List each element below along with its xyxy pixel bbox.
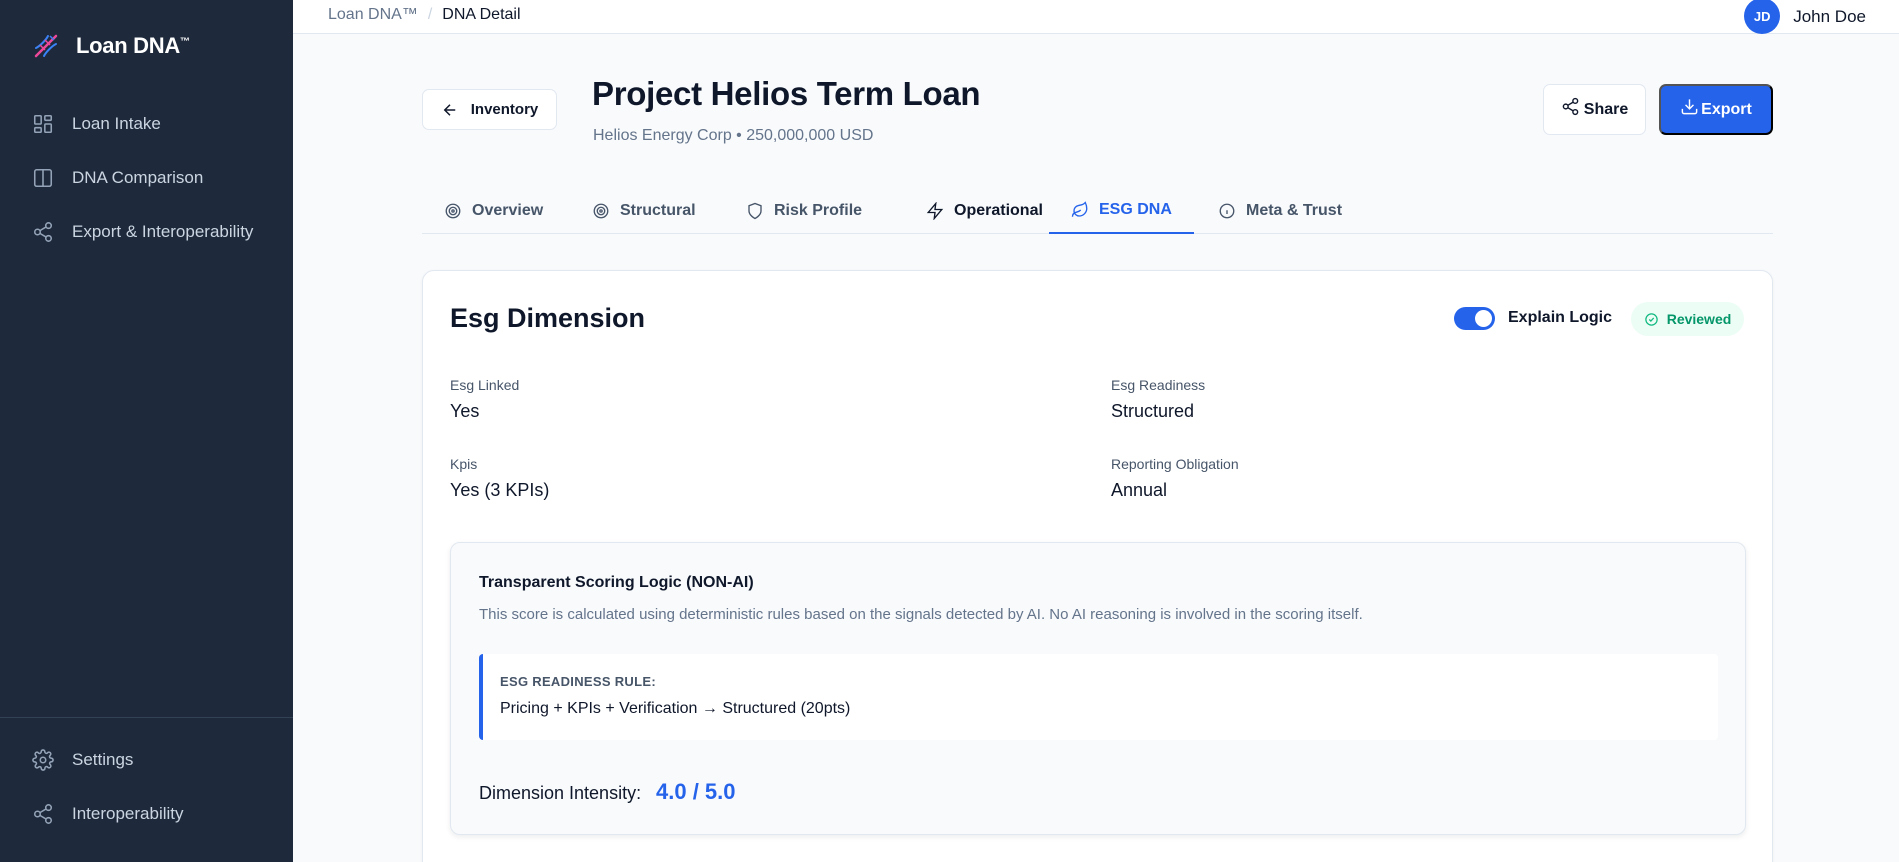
target-icon [593,203,609,219]
field-esg-readiness: Esg Readiness Structured [1111,377,1205,422]
check-circle-icon [1644,312,1658,326]
tab-esg-dna[interactable]: ESG DNA [1049,188,1194,234]
field-value: Yes [450,401,480,421]
topbar: Loan DNA™ / DNA Detail JD John Doe [293,0,1899,34]
target-icon [445,203,461,219]
sidebar-item-label: Settings [72,750,134,769]
avatar[interactable]: JD [1744,0,1781,34]
breadcrumb-separator: / [427,6,433,23]
scoring-logic-title: Transparent Scoring Logic (NON-AI) [479,574,754,591]
sidebar-item-loan-intake[interactable]: Loan Intake [0,97,293,151]
dimension-intensity-label: Dimension Intensity: [479,783,642,803]
back-button-label: Inventory [470,101,539,118]
esg-dimension-card: Esg Dimension Explain Logic Reviewed Esg… [422,270,1773,862]
share-button-label: Share [1583,100,1629,118]
user-name: John Doe [1793,7,1866,26]
tab-label: ESG DNA [1099,201,1172,218]
leaf-icon [1071,201,1088,217]
explain-logic-label: Explain Logic [1508,309,1613,326]
tab-label: Meta & Trust [1246,202,1343,219]
field-reporting-obligation: Reporting Obligation Annual [1111,456,1239,501]
field-label: Esg Readiness [1111,377,1206,393]
export-button[interactable]: Export [1659,84,1773,135]
lightning-icon [926,202,944,220]
sidebar-item-interoperability[interactable]: Interoperability [0,787,293,841]
sidebar-item-export-interoperability[interactable]: Export & Interoperability [0,205,293,259]
tab-label: Structural [620,202,696,219]
user-menu[interactable]: JD John Doe [1744,0,1866,34]
back-to-inventory-button[interactable]: Inventory [422,89,557,130]
sidebar-item-label: Interoperability [72,804,184,823]
share-button[interactable]: Share [1543,84,1646,135]
dimension-intensity-value: 4.0 / 5.0 [656,779,736,804]
tab-structural[interactable]: Structural [570,188,718,234]
card-title: Esg Dimension [450,303,646,333]
field-kpis: Kpis Yes (3 KPIs) [450,456,549,501]
field-value: Annual [1111,480,1168,500]
status-badge: Reviewed [1631,302,1744,336]
page-title: Project Helios Term Loan [592,75,981,112]
sidebar-nav: Loan Intake DNA Comparison Export & Inte… [0,97,293,259]
share-nodes-icon [1562,97,1579,116]
breadcrumb: Loan DNA™ / DNA Detail [328,6,521,24]
sidebar-item-dna-comparison[interactable]: DNA Comparison [0,151,293,205]
field-label: Kpis [450,456,478,472]
sidebar-item-label: Loan Intake [72,114,161,133]
download-icon [1681,99,1698,115]
sidebar-item-label: Export & Interoperability [72,222,254,241]
columns-icon [33,168,53,188]
arrow-left-icon [443,103,455,116]
brand-logo[interactable]: Loan DNA™ [30,30,190,62]
tab-risk-profile[interactable]: Risk Profile [724,188,884,234]
tab-bar: Overview Structural Risk Profile Operati… [422,188,1773,234]
shield-icon [748,202,762,220]
sidebar-bottom-nav: Settings Interoperability [0,733,293,841]
dna-icon [34,34,58,58]
tab-label: Risk Profile [774,202,863,219]
share-nodes-icon [33,222,53,242]
rule-text: Pricing + KPIs + Verification → Structur… [500,700,851,717]
scoring-logic-description: This score is calculated using determini… [479,606,1363,623]
page-subtitle: Helios Energy Corp • 250,000,000 USD [593,127,874,144]
breadcrumb-root-link[interactable]: Loan DNA™ [328,6,418,24]
status-badge-label: Reviewed [1666,311,1732,327]
tab-label: Operational [954,202,1043,219]
grid-icon [33,114,53,134]
field-value: Structured [1111,401,1195,421]
tab-meta-trust[interactable]: Meta & Trust [1196,188,1364,234]
field-label: Reporting Obligation [1111,456,1239,472]
tab-operational[interactable]: Operational [904,188,1065,234]
tab-label: Overview [472,202,544,219]
toggle-knob [1475,310,1492,327]
rule-label: ESG READINESS RULE: [500,674,656,689]
gear-icon [32,749,54,771]
breadcrumb-current: DNA Detail [442,6,521,23]
sidebar: Loan DNA™ Loan Intake DNA Comparison Exp… [0,0,293,862]
sidebar-item-settings[interactable]: Settings [0,733,293,787]
share-nodes-icon [33,804,53,824]
scoring-logic-panel: Transparent Scoring Logic (NON-AI) This … [450,542,1746,835]
tab-overview[interactable]: Overview [422,188,565,234]
field-value: Yes (3 KPIs) [450,480,550,500]
export-button-label: Export [1701,100,1752,118]
field-label: Esg Linked [450,377,520,393]
brand-name: Loan DNA™ [76,33,190,58]
sidebar-item-label: DNA Comparison [72,168,204,187]
esg-readiness-rule: ESG READINESS RULE: Pricing + KPIs + Ver… [479,654,1718,740]
info-icon [1219,203,1235,219]
explain-logic-toggle[interactable] [1454,307,1495,330]
field-esg-linked: Esg Linked Yes [450,377,519,422]
sidebar-divider [0,717,293,718]
